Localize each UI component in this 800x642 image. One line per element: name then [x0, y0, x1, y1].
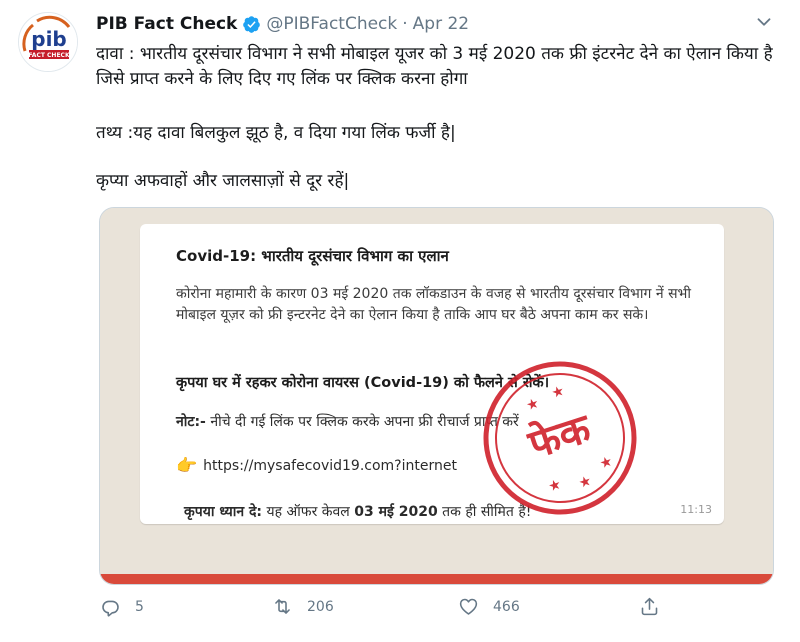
share-button[interactable]	[639, 596, 660, 617]
message-note: नोट:- नीचे दी गई लिंक पर क्लिक करके अपना…	[176, 412, 519, 431]
author-handle[interactable]: @PIBFactCheck	[266, 14, 397, 34]
heart-icon	[459, 598, 478, 615]
tweet-text-claim: दावा : भारतीय दूरसंचार विभाग ने सभी मोबा…	[96, 44, 773, 89]
message-time: 11:13	[680, 503, 712, 516]
note-label: नोट:-	[176, 414, 206, 430]
author-name[interactable]: PIB Fact Check	[96, 14, 237, 34]
tweet-text-fact: तथ्य :यह दावा बिलकुल झूठ है, व दिया गया …	[96, 123, 456, 143]
svg-text:★: ★	[524, 395, 541, 414]
separator-dot: ·	[402, 14, 408, 34]
like-count: 466	[493, 598, 520, 615]
svg-text:★: ★	[598, 453, 615, 472]
stamp-text: फेक	[522, 404, 597, 468]
retweet-button[interactable]: 206	[272, 596, 334, 617]
chevron-down-icon[interactable]	[753, 11, 775, 33]
reply-icon	[102, 600, 119, 617]
attention-text: यह ऑफर केवल	[262, 504, 355, 520]
svg-text:★: ★	[550, 383, 567, 402]
retweet-icon	[275, 599, 290, 614]
attention-label: कृपया ध्यान दे:	[184, 504, 263, 520]
message-link-row: 👉 https://mysafecovid19.com?internet	[176, 456, 457, 476]
pointing-hand-icon: 👉	[176, 456, 198, 476]
tweet-media-image[interactable]: Covid-19: भारतीय दूरसंचार विभाग का एलान …	[99, 207, 774, 585]
reply-button[interactable]: 5	[100, 596, 144, 617]
fake-stamp: फेक ★ ★ ★ ★ ★	[483, 361, 637, 515]
avatar-band-text: FACT CHECK	[28, 52, 70, 59]
message-link-url: https://mysafecovid19.com?internet	[203, 458, 457, 474]
svg-text:★: ★	[577, 473, 594, 492]
reply-count: 5	[135, 598, 144, 615]
retweet-count: 206	[307, 598, 334, 615]
tweet-date[interactable]: Apr 22	[413, 14, 469, 34]
tweet-text-warning: कृप्या अफवाहों और जालसाज़ों से दूर रहें|	[96, 171, 350, 191]
avatar-logo-text: pib	[31, 27, 67, 51]
image-bottom-strip	[100, 574, 773, 584]
verified-badge-icon	[243, 15, 261, 33]
svg-text:★: ★	[546, 476, 563, 495]
attention-date: 03 मई 2020	[354, 504, 438, 520]
message-paragraph: कोरोना महामारी के कारण 03 मई 2020 तक लॉक…	[176, 286, 692, 323]
tweet-header: PIB Fact Check @PIBFactCheck · Apr 22	[96, 12, 469, 36]
note-text: नीचे दी गई लिंक पर क्लिक करके अपना फ्री …	[205, 414, 519, 430]
like-button[interactable]: 466	[458, 596, 520, 617]
tweet-actions: 5 206 466	[96, 596, 776, 626]
avatar[interactable]: pib FACT CHECK	[18, 12, 78, 72]
share-icon	[641, 597, 658, 616]
message-title: Covid-19: भारतीय दूरसंचार विभाग का एलान	[176, 247, 449, 265]
